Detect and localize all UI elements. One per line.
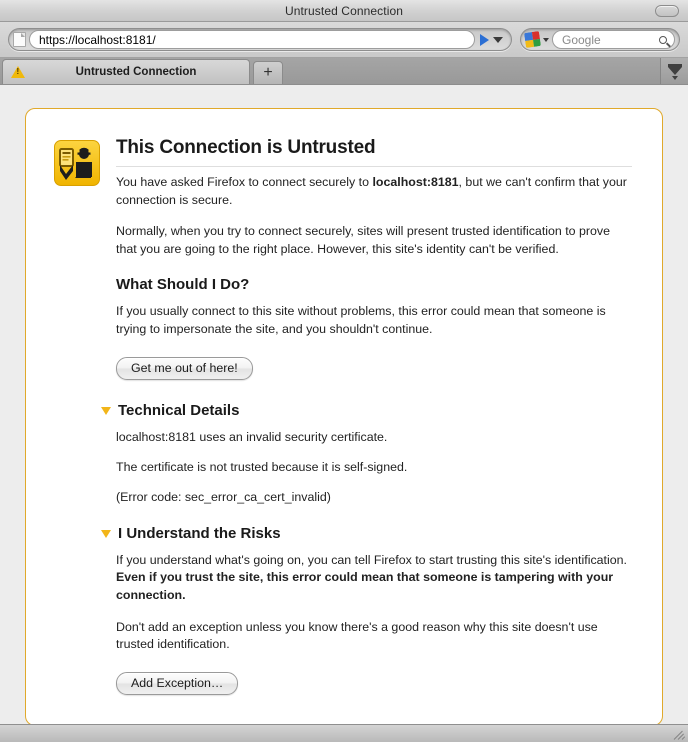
search-placeholder-text: Google	[562, 32, 601, 47]
search-icon[interactable]	[659, 35, 667, 44]
untrusted-connection-panel: This Connection is Untrusted You have as…	[25, 108, 663, 726]
what-should-i-do-heading: What Should I Do?	[116, 276, 250, 294]
triangle-expanded-icon[interactable]	[101, 407, 111, 416]
certificate-guard-icon	[54, 140, 100, 186]
content-viewport: This Connection is Untrusted You have as…	[0, 85, 688, 740]
i-understand-the-risks-label: I Understand the Risks	[118, 524, 281, 542]
google-logo-icon[interactable]	[524, 31, 541, 48]
risks-warning-paragraph: Don't add an exception unless you know t…	[116, 619, 598, 652]
technical-details-body: localhost:8181 uses an invalid security …	[116, 429, 632, 507]
search-engine-chevron-icon[interactable]	[543, 37, 549, 42]
tab-untrusted-connection[interactable]: Untrusted Connection	[2, 59, 250, 84]
risks-bold-text: Even if you trust the site, this error c…	[116, 570, 614, 602]
url-input[interactable]: https://localhost:8181/	[29, 30, 475, 49]
intro-prefix-text: You have asked Firefox to connect secure…	[116, 175, 373, 189]
page-title: This Connection is Untrusted	[116, 137, 632, 167]
window-title: Untrusted Connection	[284, 3, 404, 18]
technical-details-label: Technical Details	[118, 401, 240, 419]
go-arrow-icon[interactable]	[480, 33, 489, 46]
technical-details-heading[interactable]: Technical Details	[101, 402, 632, 419]
list-all-tabs-button[interactable]	[660, 58, 688, 84]
panel-header: This Connection is Untrusted You have as…	[54, 137, 632, 699]
chevron-down-icon[interactable]	[493, 36, 503, 43]
risks-paragraph: If you understand what's going on, you c…	[116, 552, 632, 605]
search-input[interactable]: Google	[552, 30, 675, 49]
intro-paragraph: You have asked Firefox to connect secure…	[116, 174, 632, 209]
toolbar-toggle-button[interactable]	[655, 5, 679, 17]
i-understand-the-risks-heading[interactable]: I Understand the Risks	[101, 525, 632, 542]
panel-body: This Connection is Untrusted You have as…	[101, 137, 632, 699]
search-bar[interactable]: Google	[520, 28, 680, 51]
new-tab-button[interactable]: +	[253, 61, 283, 84]
navigation-toolbar: https://localhost:8181/ Google	[0, 22, 688, 58]
technical-detail-line: The certificate is not trusted because i…	[116, 460, 408, 475]
resize-grip-icon[interactable]	[673, 727, 687, 741]
tab-label: Untrusted Connection	[75, 66, 197, 78]
url-bar[interactable]: https://localhost:8181/	[8, 28, 512, 51]
triangle-expanded-icon[interactable]	[101, 530, 111, 539]
technical-detail-line: (Error code: sec_error_ca_cert_invalid)	[116, 490, 331, 505]
window-titlebar: Untrusted Connection	[0, 0, 688, 22]
risks-prefix-text: If you understand what's going on, you c…	[116, 552, 627, 567]
get-me-out-of-here-button[interactable]: Get me out of here!	[116, 356, 253, 380]
tab-strip: Untrusted Connection +	[0, 58, 688, 85]
add-exception-button[interactable]: Add Exception…	[116, 671, 239, 695]
status-bar	[0, 724, 688, 742]
intro-host-text: localhost:8181	[372, 175, 459, 189]
page-favicon-icon	[13, 32, 26, 47]
warning-triangle-icon	[11, 66, 25, 78]
list-all-tabs-icon	[667, 64, 682, 80]
i-understand-the-risks-body: If you understand what's going on, you c…	[116, 552, 632, 699]
what-should-i-do-body: If you usually connect to this site with…	[116, 304, 606, 337]
technical-detail-line: localhost:8181 uses an invalid security …	[116, 429, 388, 444]
normally-paragraph: Normally, when you try to connect secure…	[116, 224, 611, 256]
